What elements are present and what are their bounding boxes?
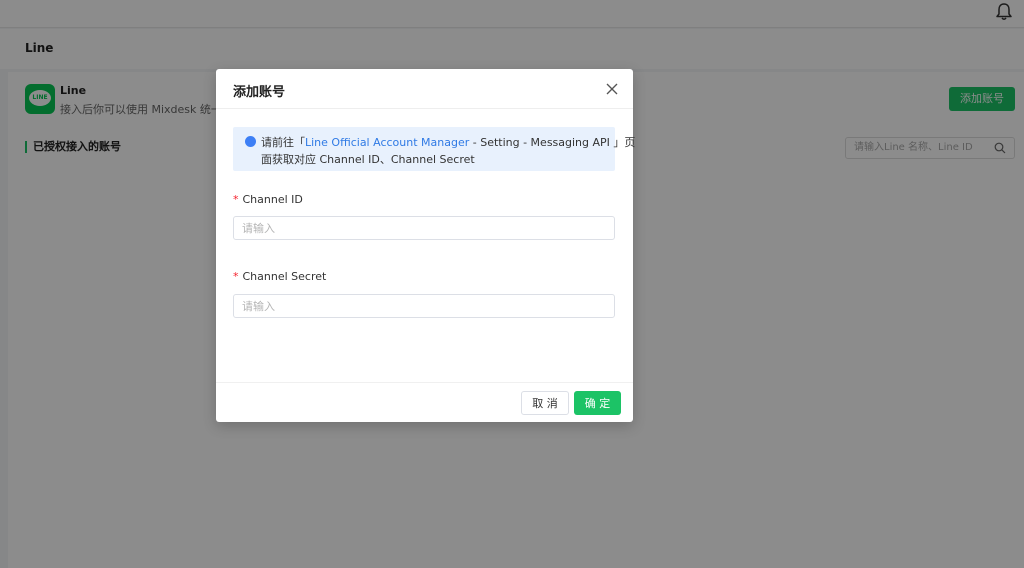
- channel-id-label-text: Channel ID: [242, 193, 303, 206]
- notice-suffix: - Setting - Messaging API 」页: [469, 136, 636, 149]
- confirm-button[interactable]: 确 定: [574, 391, 621, 415]
- modal-header: 添加账号: [216, 69, 633, 109]
- notice-prefix: 请前往「: [261, 136, 305, 149]
- cancel-button[interactable]: 取 消: [521, 391, 569, 415]
- required-mark: *: [233, 270, 239, 283]
- channel-secret-label: * Channel Secret: [233, 270, 326, 283]
- required-mark: *: [233, 193, 239, 206]
- close-icon[interactable]: [605, 82, 619, 96]
- add-account-modal: 添加账号 请前往「Line Official Account Manager -…: [216, 69, 635, 422]
- info-icon: [245, 136, 256, 147]
- modal-footer: 取 消 确 定: [216, 382, 633, 422]
- channel-id-input[interactable]: [233, 216, 615, 240]
- channel-id-label: * Channel ID: [233, 193, 303, 206]
- channel-secret-input[interactable]: [233, 294, 615, 318]
- notice-line-2: 面获取对应 Channel ID、Channel Secret: [261, 153, 475, 166]
- modal-title: 添加账号: [233, 85, 286, 100]
- info-notice: 请前往「Line Official Account Manager - Sett…: [233, 127, 635, 171]
- line-manager-link[interactable]: Line Official Account Manager: [305, 136, 469, 149]
- notice-line-1: 请前往「Line Official Account Manager - Sett…: [261, 134, 635, 150]
- channel-secret-label-text: Channel Secret: [242, 270, 327, 283]
